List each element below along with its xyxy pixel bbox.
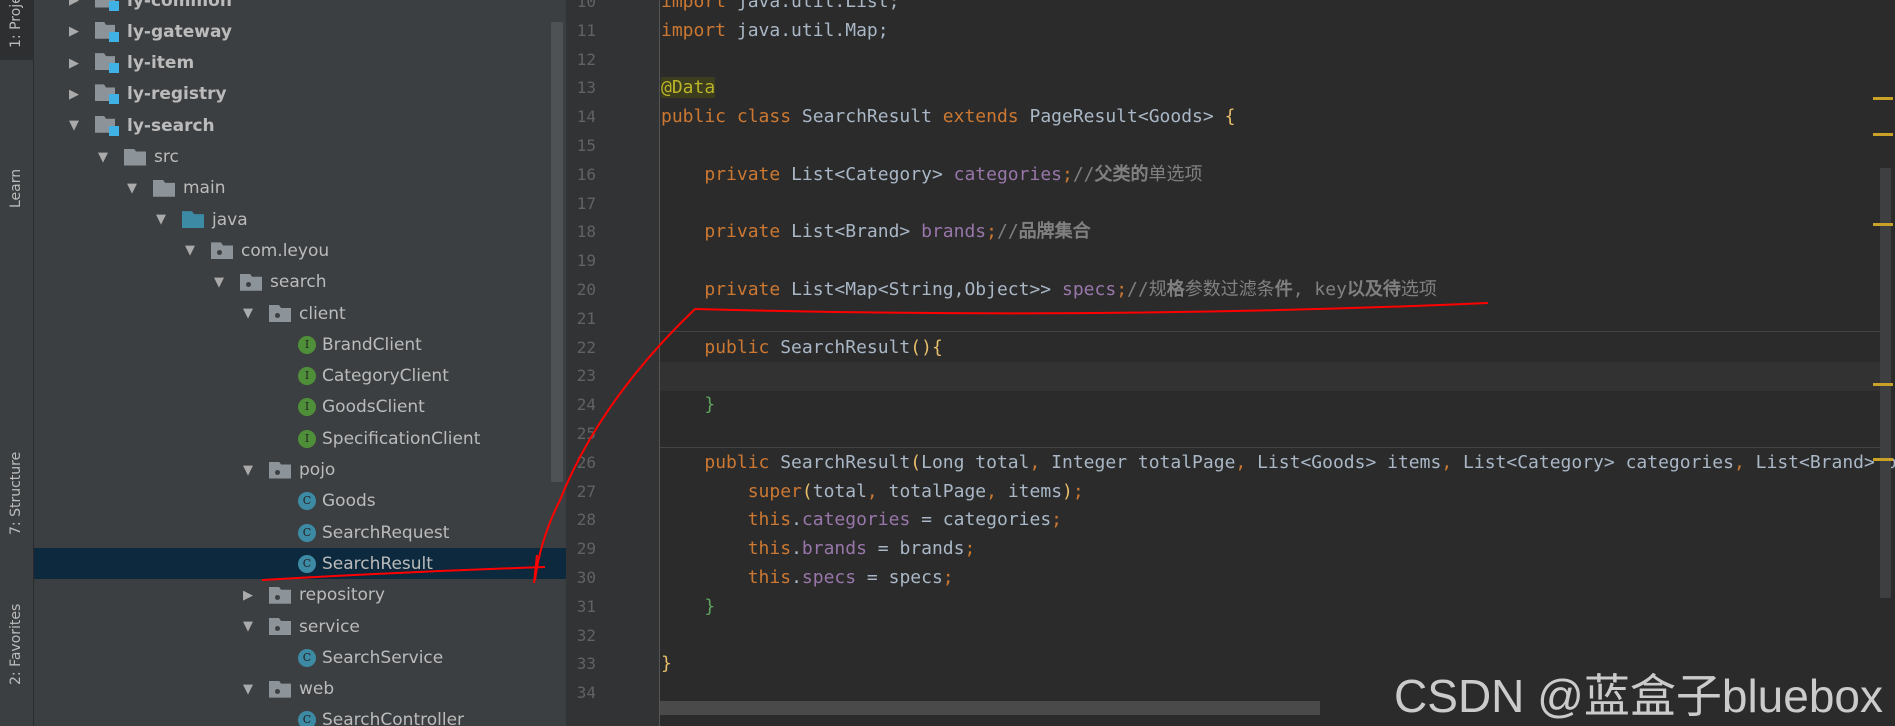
watermark: CSDN @蓝盒子bluebox [1394,670,1883,722]
annotation-tree-underline [261,554,546,584]
red-annotation [261,302,1489,584]
annotation-connector [534,308,696,581]
annotation-underline [694,302,1489,315]
